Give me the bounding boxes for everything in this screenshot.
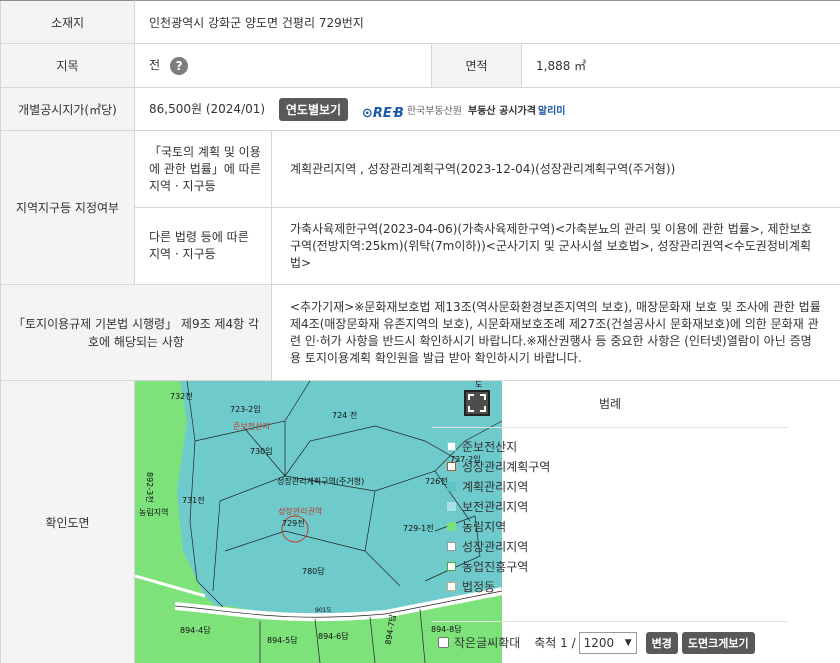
legend-swatch <box>447 502 456 511</box>
zone-label: 농림지역 <box>139 507 168 517</box>
location-value: 인천광역시 강화군 양도면 건평리 729번지 <box>134 0 840 44</box>
scale-label: 축척 1 / <box>534 636 576 650</box>
area-label: 면적 <box>431 43 522 88</box>
scale-value: 1200 <box>583 635 615 650</box>
parcel-label: 780답 <box>302 566 325 576</box>
parcel-label: 894-4답 <box>180 625 211 635</box>
legend-item: 성장관리계획구역 <box>447 457 788 477</box>
parcel-label: 894-5답 <box>267 635 298 645</box>
legend-item-label: 성장관리계획구역 <box>462 460 551 474</box>
price-label: 개별공시지가(㎡당) <box>0 87 135 131</box>
legend-item: 농림지역 <box>447 517 788 537</box>
map-cell: 732전 723-2임 724 전 730임 727-2임 731전 726전 … <box>134 380 502 663</box>
legend-swatch <box>447 522 456 531</box>
reb-logo: ⊙RE᠊B <box>361 105 404 121</box>
reb-service: 부동산 공시가격 <box>468 105 536 117</box>
legend-item: 보전관리지역 <box>447 497 788 517</box>
legend-item-label: 농림지역 <box>462 520 507 534</box>
legend-swatch <box>447 462 456 471</box>
parcel-label: 731전 <box>182 495 205 505</box>
legend-item-label: 농업진흥구역 <box>462 560 529 574</box>
national-zoning-value: 계획관리지역 , 성장관리계획구역(2023-12-04)(성장관리계획구역(주… <box>271 130 840 208</box>
legend-cell: 범례 준보전산지 성장관리계획구역 계획관리지역 보전관리지역 농림지역 성장관… <box>431 380 840 663</box>
legend-item: 준보전산지 <box>447 437 788 457</box>
small-text-checkbox[interactable] <box>438 637 449 648</box>
legend-item: 법정동 <box>447 577 788 597</box>
parcel-label: 892-3전 <box>145 472 155 503</box>
legend-swatch <box>447 442 456 451</box>
target-parcel-label: 729전 <box>282 518 305 528</box>
legend-item: 계획관리지역 <box>447 477 788 497</box>
landtype-value: 전 <box>149 58 161 73</box>
parcel-label: 730임 <box>250 447 273 456</box>
map-controls: 작은글씨확대 축척 1 / 1200 ▼ 변경 도면크게보기 <box>432 621 788 663</box>
legend-panel: 범례 준보전산지 성장관리계획구역 계획관리지역 보전관리지역 농림지역 성장관… <box>432 381 788 663</box>
parcel-label: 732전 <box>170 391 193 401</box>
legend-swatch <box>447 582 456 591</box>
zoning-label: 지역지구등 지정여부 <box>0 130 135 285</box>
legend-item-label: 법정동 <box>462 580 496 594</box>
parcel-label: 724 전 <box>332 410 357 420</box>
zone-label: 성장관리계획구역(주거형) <box>277 476 364 486</box>
legend-item: 성장관리지역 <box>447 537 788 557</box>
other-zoning-label: 다른 법령 등에 따른 지역 · 지구등 <box>134 207 272 285</box>
yearly-view-button[interactable]: 연도별보기 <box>278 97 349 121</box>
chevron-down-icon: ▼ <box>624 637 632 648</box>
area-value: 1,888 ㎡ <box>521 43 840 88</box>
legend-title: 범례 <box>432 381 788 428</box>
zone-label: 준보전산지 <box>233 421 270 431</box>
legend-swatch <box>447 562 456 571</box>
landtype-cell: 전? <box>134 43 432 88</box>
parcel-label: 894-6답 <box>318 631 349 641</box>
national-zoning-label: 「국토의 계획 및 이용에 관한 법률」에 따른 지역 · 지구등 <box>134 130 272 208</box>
scale-change-button[interactable]: 변경 <box>645 631 678 654</box>
legend-swatch <box>447 482 456 491</box>
parcel-label: 729-1전 <box>403 523 434 533</box>
landtype-label: 지목 <box>0 43 135 88</box>
price-cell: 86,500원 (2024/01) 연도별보기 ⊙RE᠊B 한국부동산원 부동산… <box>134 87 840 131</box>
legend-item: 농업진흥구역 <box>447 557 788 577</box>
legend-item-label: 준보전산지 <box>462 440 518 454</box>
legend-item-label: 성장관리지역 <box>462 540 529 554</box>
parcel-label: 723-2임 <box>230 405 261 414</box>
zone-label: 성장관리권역 <box>278 506 322 516</box>
reb-alert: 알리미 <box>537 105 566 117</box>
help-icon[interactable]: ? <box>170 56 189 75</box>
legend-list: 준보전산지 성장관리계획구역 계획관리지역 보전관리지역 농림지역 성장관리지역… <box>432 428 788 597</box>
regulation-label: 「토지이용규제 기본법 시행령」 제9조 제4항 각 호에 해당되는 사항 <box>0 284 272 381</box>
scale-select[interactable]: 1200 ▼ <box>578 631 637 654</box>
regulation-value: <추가기재>※문화재보호법 제13조(역사문화환경보존지역의 보호), 매장문화… <box>271 284 840 381</box>
reb-org: 한국부동산원 <box>406 105 463 117</box>
land-info-table: 소재지 인천광역시 강화군 양도면 건평리 729번지 지목 전? 면적 1,8… <box>0 0 840 663</box>
small-text-label: 작은글씨확대 <box>454 636 521 650</box>
legend-item-label: 계획관리지역 <box>462 480 529 494</box>
location-label: 소재지 <box>0 0 135 44</box>
price-value: 86,500원 (2024/01) <box>149 101 266 116</box>
other-zoning-value: 가축사육제한구역(2023-04-06)(가축사육제한구역)<가축분뇨의 관리 … <box>271 207 840 285</box>
legend-item-label: 보전관리지역 <box>462 500 529 514</box>
enlarge-map-button[interactable]: 도면크게보기 <box>681 631 755 654</box>
reb-link[interactable]: ⊙RE᠊B 한국부동산원 부동산 공시가격 알리미 <box>362 98 566 121</box>
legend-swatch <box>447 542 456 551</box>
road-label: 901도 <box>315 607 332 614</box>
map-label: 확인도면 <box>0 380 135 663</box>
